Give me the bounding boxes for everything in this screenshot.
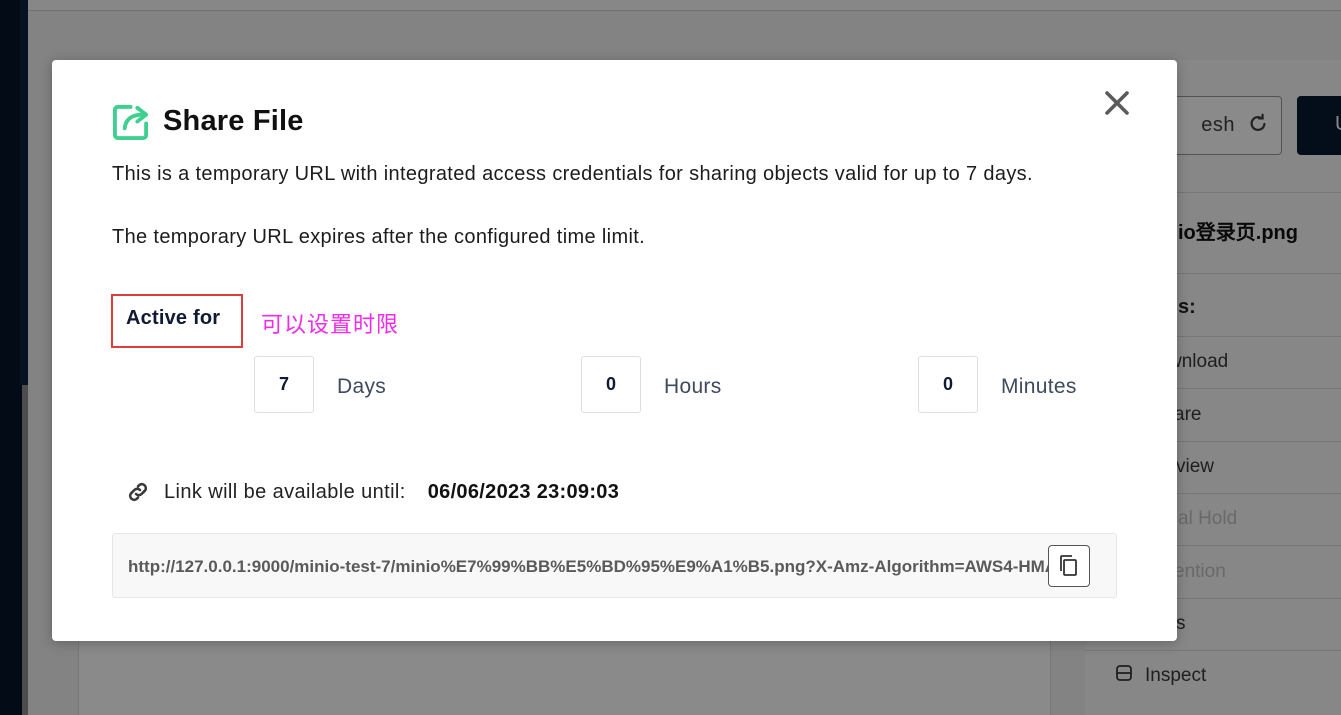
annotation-text: 可以设置时限 bbox=[261, 313, 400, 338]
close-icon bbox=[1105, 91, 1129, 115]
dialog-title: Share File bbox=[163, 105, 304, 137]
share-icon bbox=[112, 104, 149, 141]
copy-button[interactable] bbox=[1048, 545, 1090, 587]
close-button[interactable] bbox=[1103, 89, 1131, 117]
days-input[interactable]: 7 bbox=[254, 356, 314, 413]
availability-row: Link will be available until: 06/06/2023… bbox=[126, 480, 619, 504]
active-for-label: Active for bbox=[126, 307, 221, 329]
copy-icon bbox=[1060, 555, 1077, 576]
link-icon bbox=[128, 482, 148, 502]
days-label: Days bbox=[337, 375, 387, 398]
dialog-description: This is a temporary URL with integrated … bbox=[112, 163, 1033, 185]
dialog-header: Share File bbox=[112, 102, 304, 141]
share-url-field[interactable]: http://127.0.0.1:9000/minio-test-7/minio… bbox=[112, 533, 1117, 598]
share-file-dialog: Share File This is a temporary URL with … bbox=[52, 60, 1177, 641]
hours-label: Hours bbox=[664, 375, 722, 398]
expiry-note: The temporary URL expires after the conf… bbox=[112, 226, 646, 248]
minutes-label: Minutes bbox=[1001, 375, 1077, 398]
share-url[interactable]: http://127.0.0.1:9000/minio-test-7/minio… bbox=[128, 557, 1050, 577]
minutes-input[interactable]: 0 bbox=[918, 356, 978, 413]
hours-input[interactable]: 0 bbox=[581, 356, 641, 413]
expiry-datetime: 06/06/2023 23:09:03 bbox=[427, 480, 620, 503]
availability-label: Link will be available until: bbox=[164, 480, 406, 503]
